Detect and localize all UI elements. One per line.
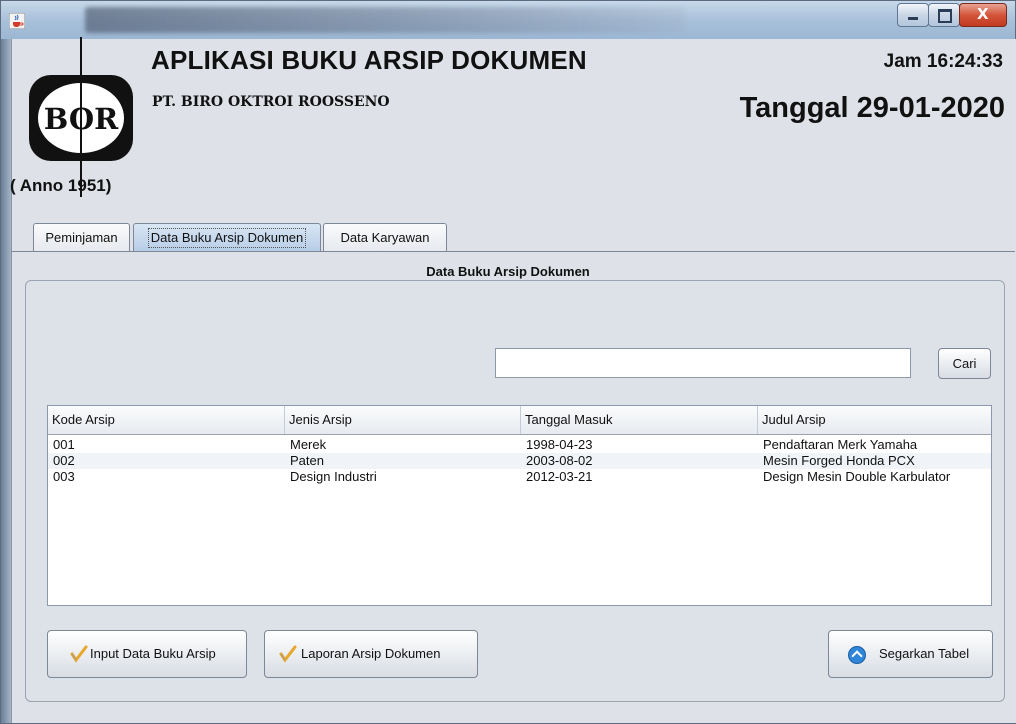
archive-table[interactable]: Kode Arsip Jenis Arsip Tanggal Masuk Jud… (47, 405, 992, 606)
refresh-table-label: Segarkan Tabel (879, 646, 970, 661)
cell-tanggal-masuk: 1998-04-23 (526, 437, 593, 452)
search-button[interactable]: Cari (938, 348, 991, 379)
minimize-button[interactable] (897, 3, 929, 27)
java-cup-icon (9, 13, 25, 29)
cell-kode-arsip: 002 (53, 453, 75, 468)
column-header-kode-arsip[interactable]: Kode Arsip (48, 406, 285, 434)
table-header: Kode Arsip Jenis Arsip Tanggal Masuk Jud… (48, 406, 991, 435)
maximize-icon (938, 9, 952, 23)
close-icon: X (977, 5, 989, 23)
date-label: Tanggal 29-01-2020 (739, 92, 1005, 124)
table-row[interactable]: 002 Paten 2003-08-02 Mesin Forged Honda … (48, 453, 991, 469)
company-name: PT. BIRO OKTROI ROOSSENO (152, 94, 390, 110)
app-window: X BOR ( Anno 1951) APLIKASI BUKU ARSIP D… (0, 0, 1016, 724)
cell-tanggal-masuk: 2012-03-21 (526, 469, 593, 484)
laporan-button[interactable]: Laporan Arsip Dokumen (264, 630, 478, 678)
search-input[interactable] (495, 348, 911, 378)
cell-tanggal-masuk: 2003-08-02 (526, 453, 593, 468)
cell-judul-arsip: Mesin Forged Honda PCX (763, 453, 915, 468)
column-header-tanggal-masuk[interactable]: Tanggal Masuk (521, 406, 758, 434)
tab-peminjaman[interactable]: Peminjaman (33, 223, 130, 251)
table-row[interactable]: 001 Merek 1998-04-23 Pendaftaran Merk Ya… (48, 437, 991, 453)
refresh-icon (848, 646, 866, 664)
input-data-label: Input Data Buku Arsip (90, 646, 216, 661)
cell-jenis-arsip: Paten (290, 453, 324, 468)
title-bar[interactable]: X (1, 1, 1015, 39)
cell-jenis-arsip: Design Industri (290, 469, 377, 484)
maximize-button[interactable] (928, 3, 960, 27)
refresh-table-button[interactable]: Segarkan Tabel (828, 630, 993, 678)
pencil-icon (70, 645, 88, 663)
panel-title: Data Buku Arsip Dokumen (426, 264, 590, 279)
blurred-background-windows (85, 7, 685, 33)
clock-label: Jam 16:24:33 (883, 51, 1003, 72)
cell-kode-arsip: 003 (53, 469, 75, 484)
tab-divider (11, 251, 1015, 252)
page-title: APLIKASI BUKU ARSIP DOKUMEN (151, 45, 587, 75)
column-header-jenis-arsip[interactable]: Jenis Arsip (285, 406, 521, 434)
logo-caption: ( Anno 1951) (10, 176, 112, 195)
minimize-icon (908, 17, 918, 20)
cell-judul-arsip: Design Mesin Double Karbulator (763, 469, 951, 484)
cell-judul-arsip: Pendaftaran Merk Yamaha (763, 437, 918, 452)
bor-logo: BOR (29, 37, 133, 197)
tab-label: Data Karyawan (340, 230, 430, 245)
tab-data-buku-arsip-dokumen[interactable]: Data Buku Arsip Dokumen (133, 223, 321, 251)
pencil-icon (279, 645, 297, 663)
cell-jenis-arsip: Merek (290, 437, 327, 452)
cell-kode-arsip: 001 (53, 437, 75, 452)
table-row[interactable]: 003 Design Industri 2012-03-21 Design Me… (48, 469, 991, 485)
close-button[interactable]: X (959, 3, 1007, 27)
laporan-label: Laporan Arsip Dokumen (301, 646, 441, 661)
tab-label: Peminjaman (45, 230, 118, 245)
input-data-button[interactable]: Input Data Buku Arsip (47, 630, 247, 678)
window-left-edge (1, 39, 11, 723)
tab-data-karyawan[interactable]: Data Karyawan (323, 223, 447, 251)
logo-text: BOR (44, 102, 119, 136)
tab-label: Data Buku Arsip Dokumen (147, 228, 307, 248)
column-header-judul-arsip[interactable]: Judul Arsip (758, 406, 991, 434)
